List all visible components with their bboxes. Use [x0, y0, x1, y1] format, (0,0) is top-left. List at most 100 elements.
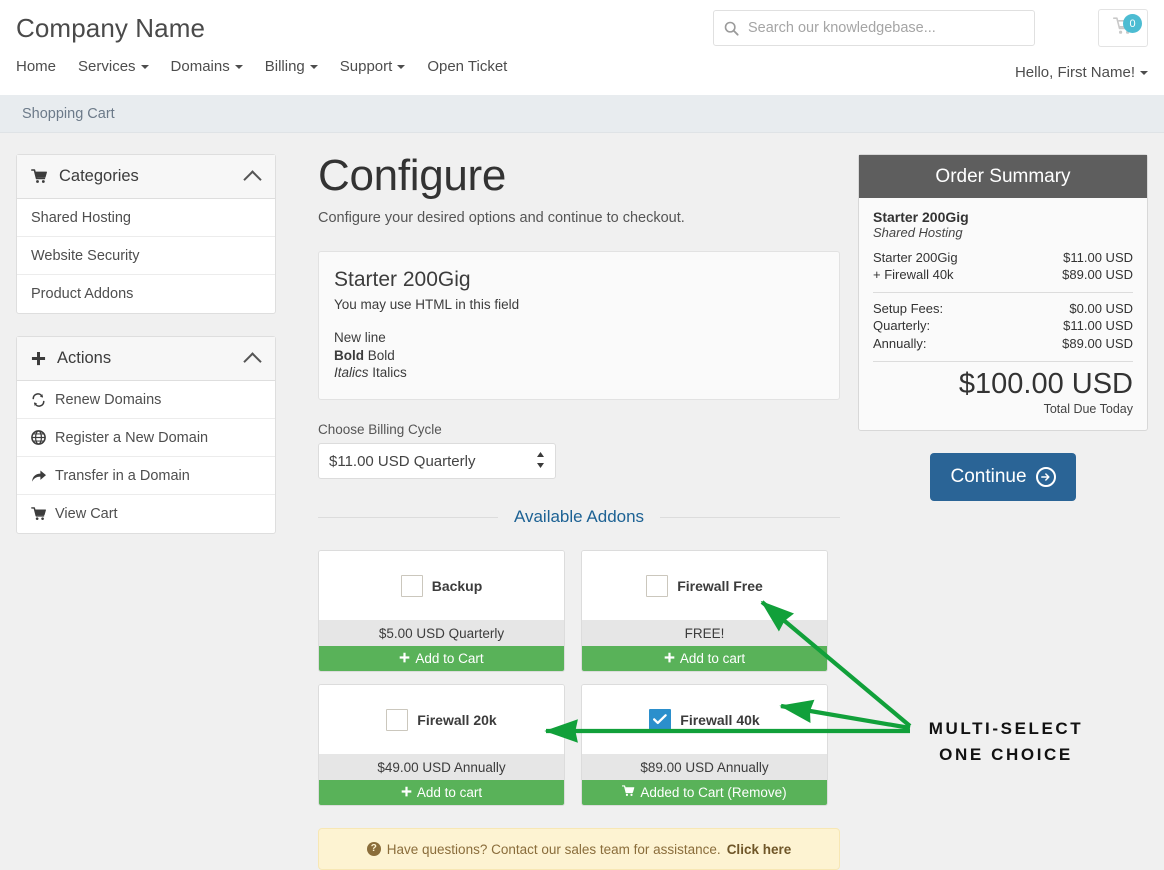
addon-label: Backup	[431, 577, 483, 594]
sidebar-item-label: View Cart	[55, 506, 118, 522]
addon-button-label: Add to cart	[416, 785, 483, 801]
checkbox-checked-icon[interactable]	[649, 708, 672, 731]
billing-cycle-select[interactable]: $11.00 USD Quarterly	[318, 443, 556, 480]
summary-item-row: + Firewall 40k $89.00 USD	[873, 266, 1133, 283]
summary-divider	[873, 360, 1133, 362]
addon-card-firewall-20k: Firewall 20k $49.00 USD Annually Add to …	[318, 684, 565, 807]
chevron-down-icon	[1140, 71, 1148, 76]
nav-item-domains[interactable]: Domains	[171, 58, 260, 75]
addon-add-to-cart-button[interactable]: Add to Cart	[319, 646, 564, 672]
summary-item-value: $11.00 USD	[1063, 250, 1133, 265]
sidebar-item-product-addons[interactable]: Product Addons	[17, 275, 275, 313]
addon-checkbox-row[interactable]: Firewall 40k	[582, 685, 827, 755]
share-arrow-icon	[31, 469, 55, 483]
divider-line-left	[318, 516, 498, 518]
chevron-up-icon[interactable]	[243, 351, 262, 371]
checkbox-unchecked-icon[interactable]	[386, 708, 409, 731]
shopping-cart-icon	[31, 507, 55, 521]
addon-add-to-cart-button[interactable]: Add to cart	[319, 780, 564, 806]
account-label: Hello, First Name!	[1014, 64, 1135, 81]
summary-item-row: Starter 200Gig $11.00 USD	[873, 249, 1133, 266]
nav-item-billing[interactable]: Billing	[265, 58, 335, 75]
sidebar-item-shared-hosting[interactable]: Shared Hosting	[17, 199, 275, 237]
sidebar-item-label: Register a New Domain	[55, 429, 209, 446]
billing-cycle-field[interactable]: $11.00 USD Quarterly	[318, 443, 556, 480]
addon-label: Firewall 20k	[417, 711, 497, 728]
sidebar-item-transfer-domain[interactable]: Transfer in a Domain	[17, 457, 275, 495]
summary-item-label: + Firewall 40k	[873, 267, 954, 283]
help-alert-link[interactable]: Click here	[727, 842, 792, 857]
billing-cycle-label: Choose Billing Cycle	[318, 422, 442, 438]
addon-card-backup: Backup $5.00 USD Quarterly Add to Cart	[318, 550, 565, 673]
summary-fee-row: Setup Fees: $0.00 USD	[873, 300, 1133, 317]
bold-sample: Bold	[334, 347, 364, 363]
sidebar-item-renew-domains[interactable]: Renew Domains	[17, 381, 275, 419]
actions-panel-header[interactable]: Actions	[17, 337, 275, 381]
product-desc-line-3: Bold Bold	[334, 347, 824, 364]
sidebar: Categories Shared Hosting Website Securi…	[16, 154, 276, 870]
breadcrumb-item-shopping-cart[interactable]: Shopping Cart	[22, 106, 115, 122]
addon-checkbox-row[interactable]: Backup	[319, 551, 564, 621]
categories-panel-header[interactable]: Categories	[17, 155, 275, 199]
addon-checkbox-row[interactable]: Firewall 20k	[319, 685, 564, 755]
order-summary-panel: Order Summary Starter 200Gig Shared Host…	[858, 154, 1148, 431]
cart-badge: 0	[1123, 14, 1142, 33]
page-body: Categories Shared Hosting Website Securi…	[0, 133, 1164, 870]
order-summary-column: Order Summary Starter 200Gig Shared Host…	[858, 154, 1148, 870]
product-name: Starter 200Gig	[334, 268, 471, 291]
continue-button[interactable]: Continue	[930, 452, 1076, 501]
account-menu[interactable]: Hello, First Name!	[1015, 64, 1148, 81]
nav-label: Support	[339, 58, 393, 75]
plus-icon	[31, 351, 46, 366]
summary-item-value: $89.00 USD	[1062, 267, 1133, 283]
search-box[interactable]	[713, 10, 1035, 46]
nav-label: Domains	[170, 58, 230, 75]
actions-panel-title: Actions	[57, 349, 112, 367]
order-summary-body: Starter 200Gig Shared Hosting Starter 20…	[859, 198, 1147, 430]
nav-label: Home	[16, 58, 57, 75]
nav-item-open-ticket[interactable]: Open Ticket	[427, 58, 524, 75]
bold-sample-rest: Bold	[364, 347, 395, 363]
addon-price: $49.00 USD Annually	[319, 754, 564, 781]
nav-label: Billing	[264, 58, 305, 75]
sidebar-item-label: Product Addons	[31, 286, 134, 302]
product-description-box: Starter 200Gig You may use HTML in this …	[318, 251, 840, 401]
addon-button-label: Added to Cart (Remove)	[640, 785, 787, 801]
plus-icon	[401, 785, 412, 800]
nav-item-support[interactable]: Support	[340, 58, 423, 75]
sidebar-item-label: Renew Domains	[55, 391, 162, 408]
chevron-down-icon	[309, 65, 318, 70]
addon-remove-from-cart-button[interactable]: Added to Cart (Remove)	[582, 780, 827, 806]
checkbox-unchecked-icon[interactable]	[646, 574, 669, 597]
summary-fee-value: $11.00 USD	[1063, 318, 1133, 334]
summary-fee-row: Annually: $89.00 USD	[873, 335, 1133, 352]
sidebar-item-view-cart[interactable]: View Cart	[17, 495, 275, 533]
addon-checkbox-row[interactable]: Firewall Free	[582, 551, 827, 621]
nav-item-home[interactable]: Home	[16, 58, 73, 75]
summary-fee-label: Annually:	[873, 335, 927, 351]
shopping-cart-icon	[31, 169, 48, 184]
brand-logo[interactable]: Company Name	[16, 13, 205, 44]
summary-product-name: Starter 200Gig	[873, 209, 969, 225]
addon-button-label: Add to Cart	[415, 651, 484, 667]
summary-fee-label: Quarterly:	[873, 318, 931, 334]
search-icon	[714, 21, 748, 36]
chevron-up-icon[interactable]	[243, 169, 262, 189]
summary-fee-value: $89.00 USD	[1062, 335, 1133, 351]
nav-item-services[interactable]: Services	[78, 58, 166, 75]
search-input[interactable]	[748, 12, 1034, 44]
continue-button-label: Continue	[950, 465, 1027, 487]
addon-price: $89.00 USD Annually	[582, 754, 827, 781]
addon-price: $5.00 USD Quarterly	[319, 620, 564, 647]
sidebar-item-website-security[interactable]: Website Security	[17, 237, 275, 275]
addon-add-to-cart-button[interactable]: Add to cart	[582, 646, 827, 672]
cart-button[interactable]: 0	[1098, 9, 1148, 47]
summary-fee-value: $0.00 USD	[1069, 301, 1133, 317]
refresh-icon	[31, 392, 55, 407]
plus-icon	[664, 651, 675, 666]
sidebar-item-register-domain[interactable]: Register a New Domain	[17, 419, 275, 457]
breadcrumb: Shopping Cart	[0, 95, 1164, 133]
product-desc-line-1: You may use HTML in this field	[334, 297, 520, 312]
checkbox-unchecked-icon[interactable]	[400, 574, 423, 597]
